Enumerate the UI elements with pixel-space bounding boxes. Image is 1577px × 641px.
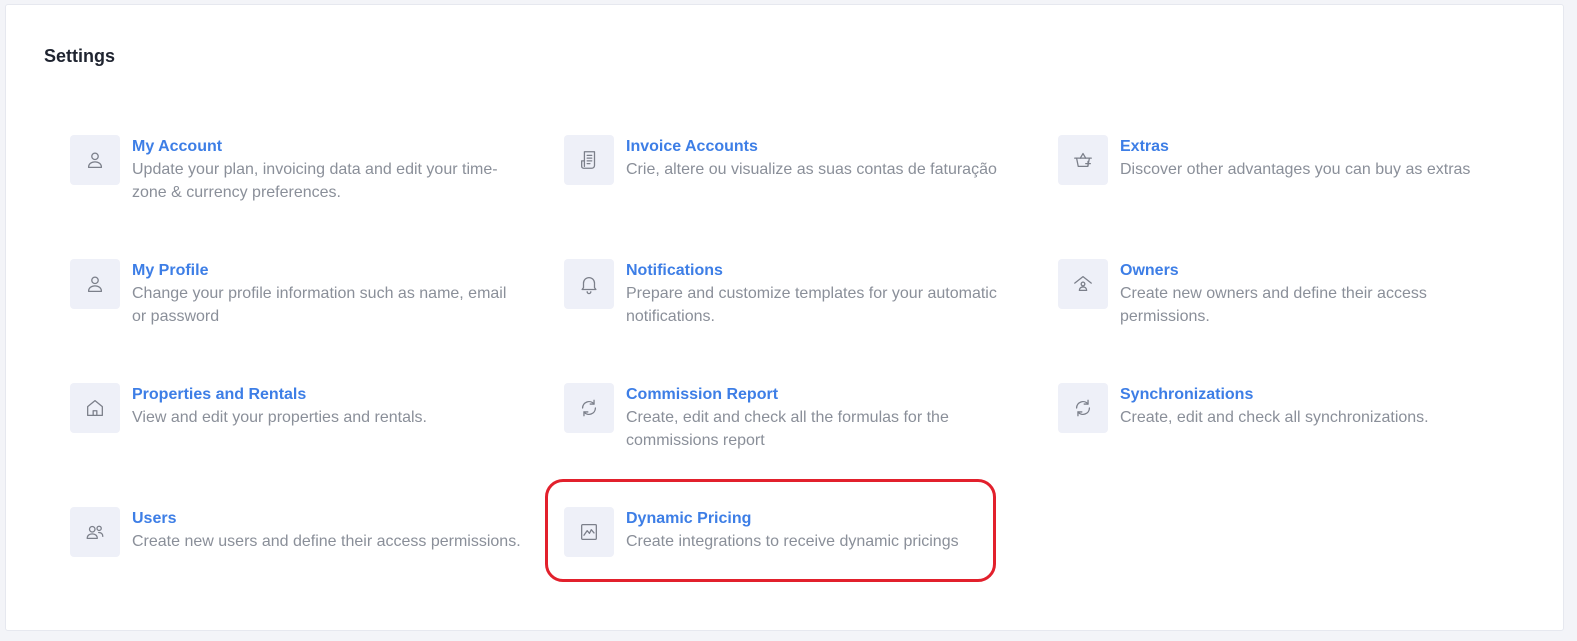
settings-item-owners[interactable]: Owners Create new owners and define thei… [1058, 259, 1538, 383]
home-icon [70, 383, 120, 433]
settings-item-commission-report[interactable]: Commission Report Create, edit and check… [564, 383, 1058, 507]
settings-item-title[interactable]: Owners [1120, 261, 1510, 281]
owner-house-icon [1058, 259, 1108, 309]
settings-item-description: Update your plan, invoicing data and edi… [132, 161, 498, 201]
settings-item-synchronizations[interactable]: Synchronizations Create, edit and check … [1058, 383, 1538, 507]
settings-item-description: Create, edit and check all the formulas … [626, 409, 949, 449]
refresh-icon [1058, 383, 1108, 433]
invoice-icon [564, 135, 614, 185]
users-icon [70, 507, 120, 557]
settings-grid: My Account Update your plan, invoicing d… [70, 135, 1550, 631]
settings-item-description: Create new users and define their access… [132, 533, 521, 550]
settings-item-description: Prepare and customize templates for your… [626, 285, 997, 325]
settings-item-title[interactable]: Invoice Accounts [626, 137, 1016, 157]
settings-item-description: Create integrations to receive dynamic p… [626, 533, 959, 550]
basket-icon [1058, 135, 1108, 185]
settings-item-title[interactable]: My Profile [132, 261, 522, 281]
settings-item-properties-and-rentals[interactable]: Properties and Rentals View and edit you… [70, 383, 564, 507]
settings-item-description: View and edit your properties and rental… [132, 409, 427, 426]
settings-item-title[interactable]: Dynamic Pricing [626, 509, 1016, 529]
page-title: Settings [44, 46, 116, 66]
settings-item-description: Crie, altere ou visualize as suas contas… [626, 161, 997, 178]
settings-item-dynamic-pricing[interactable]: Dynamic Pricing Create integrations to r… [545, 479, 1058, 631]
settings-item-my-account[interactable]: My Account Update your plan, invoicing d… [70, 135, 564, 259]
user-icon [70, 259, 120, 309]
user-icon [70, 135, 120, 185]
chart-line-icon [564, 507, 614, 557]
bell-icon [564, 259, 614, 309]
settings-item-description: Create, edit and check all synchronizati… [1120, 409, 1429, 426]
settings-item-description: Change your profile information such as … [132, 285, 507, 325]
settings-item-notifications[interactable]: Notifications Prepare and customize temp… [564, 259, 1058, 383]
settings-item-invoice-accounts[interactable]: Invoice Accounts Crie, altere ou visuali… [564, 135, 1058, 259]
settings-item-users[interactable]: Users Create new users and define their … [70, 507, 564, 631]
settings-item-title[interactable]: Commission Report [626, 385, 1016, 405]
refresh-icon [564, 383, 614, 433]
settings-item-extras[interactable]: Extras Discover other advantages you can… [1058, 135, 1538, 259]
settings-card: Settings My Account Update your plan, in… [5, 4, 1564, 631]
settings-item-my-profile[interactable]: My Profile Change your profile informati… [70, 259, 564, 383]
settings-item-title[interactable]: Users [132, 509, 522, 529]
settings-item-title[interactable]: Synchronizations [1120, 385, 1510, 405]
settings-item-title[interactable]: Properties and Rentals [132, 385, 522, 405]
settings-item-description: Discover other advantages you can buy as… [1120, 161, 1471, 178]
settings-item-title[interactable]: Extras [1120, 137, 1510, 157]
settings-item-description: Create new owners and define their acces… [1120, 285, 1427, 325]
settings-item-title[interactable]: My Account [132, 137, 522, 157]
settings-item-title[interactable]: Notifications [626, 261, 1016, 281]
